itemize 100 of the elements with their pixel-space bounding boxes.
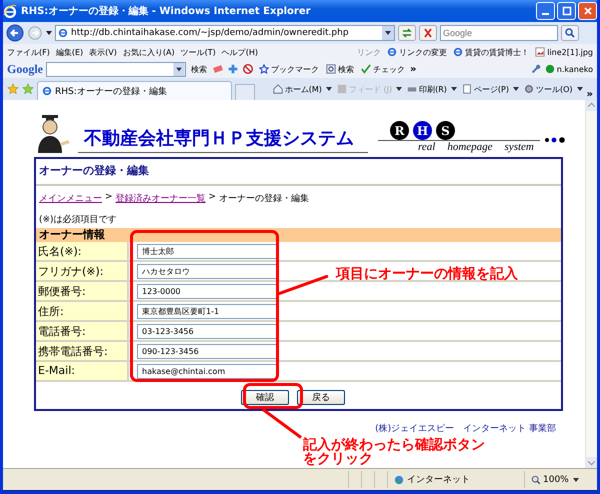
close-button[interactable] xyxy=(578,2,597,20)
breadcrumb-current: オーナーの登録・編集 xyxy=(219,192,310,205)
check-icon xyxy=(361,64,371,74)
form-button[interactable]: 確認 xyxy=(241,390,289,405)
zoom-button[interactable]: 100% xyxy=(524,471,597,488)
more-tools-button[interactable]: » xyxy=(410,64,416,74)
field-label: 携帯電話番号: xyxy=(36,342,129,360)
section-header: オーナー情報 xyxy=(36,228,561,242)
breadcrumb-link[interactable]: 登録済みオーナー一覧 xyxy=(116,192,206,205)
image-file-icon xyxy=(535,47,546,57)
page-icon xyxy=(462,84,472,94)
input-field[interactable]: ハカセタロウ xyxy=(137,264,277,278)
google-search-field[interactable] xyxy=(46,62,186,76)
star-icon[interactable] xyxy=(7,83,19,95)
menu-item[interactable]: お気に入り(A) xyxy=(122,46,175,58)
logo-badge: S xyxy=(436,121,455,140)
annotation-text: 記入が終わったら確認ボタンをクリック xyxy=(303,438,486,466)
tagline-word: homepage xyxy=(447,141,493,153)
scroll-down-icon[interactable] xyxy=(586,457,597,468)
minimize-button[interactable] xyxy=(536,2,555,20)
wrench-icon[interactable] xyxy=(530,63,542,75)
input-field[interactable]: 東京都豊島区要町1-1 xyxy=(137,304,277,318)
logo-title: 不動産会社専門ＨＰ支援システム xyxy=(82,127,355,150)
menu-item[interactable]: ヘルプ(H) xyxy=(222,46,258,58)
search-button[interactable]: 検索 xyxy=(189,64,209,74)
command-button[interactable]: ツール(O) xyxy=(522,84,584,94)
menu-item[interactable]: ファイル(F) xyxy=(7,46,50,58)
search-icon[interactable] xyxy=(561,25,579,41)
command-button[interactable]: 印刷(R) xyxy=(406,84,458,94)
bookmarks-button[interactable]: ブックマーク xyxy=(257,64,321,74)
input-field[interactable]: 03-123-3456 xyxy=(137,324,277,338)
input-field[interactable]: 090-123-3456 xyxy=(137,344,277,358)
command-button[interactable]: ホーム(M) xyxy=(272,84,333,94)
caret-icon xyxy=(512,87,519,91)
caret-icon[interactable] xyxy=(46,31,52,35)
input-field[interactable]: hakase@chintai.com xyxy=(137,364,277,378)
refresh-icon[interactable] xyxy=(398,25,416,41)
breadcrumb-separator: > xyxy=(208,192,216,204)
dots-icon xyxy=(544,137,566,143)
plus-icon[interactable] xyxy=(227,63,239,75)
spell-check-button[interactable]: チェック xyxy=(359,64,407,74)
security-zone: インターネット xyxy=(387,471,524,488)
tagline-word: real xyxy=(418,141,436,153)
dropdown-icon[interactable] xyxy=(382,26,394,40)
annotation-text: 項目にオーナーの情報を記入 xyxy=(336,267,518,282)
address-field[interactable]: http://db.chintaihakase.com/~jsp/demo/admin/owneredit.php xyxy=(55,25,395,41)
favorite-link[interactable]: リンクの変更 xyxy=(387,46,448,58)
close-icon xyxy=(582,6,592,16)
page-icon xyxy=(387,47,398,57)
minimize-icon xyxy=(542,13,549,15)
status-dot-icon xyxy=(544,64,555,74)
menu-item[interactable]: ツール(T) xyxy=(180,46,216,58)
links-label: リンク xyxy=(357,46,382,58)
page-icon xyxy=(42,86,52,96)
magnifier-icon xyxy=(326,64,336,74)
account-button[interactable]: n.kaneko xyxy=(544,64,593,74)
search-button[interactable]: 検索 xyxy=(324,64,356,74)
menu-item[interactable]: 編集(E) xyxy=(56,46,84,58)
maximize-button[interactable] xyxy=(557,2,576,20)
required-note: (※)は必須項目です xyxy=(38,214,118,227)
search-field[interactable]: Google xyxy=(440,25,558,41)
panel-title: オーナーの登録・編集 xyxy=(38,163,150,179)
back-icon[interactable] xyxy=(6,24,24,42)
scroll-up-icon[interactable] xyxy=(586,100,597,111)
magnifier-icon xyxy=(531,474,541,484)
house-icon xyxy=(272,84,283,94)
field-label: 住所: xyxy=(36,302,129,320)
field-label: 電話番号: xyxy=(36,322,129,340)
caret-icon xyxy=(450,87,457,91)
company-footer: (株)ジェイエスピー インターネット 事業部 xyxy=(375,422,556,435)
google-logo: Google xyxy=(7,62,43,76)
input-field[interactable]: 123-0000 xyxy=(137,284,277,298)
stop-icon[interactable] xyxy=(419,25,437,41)
field-label: 郵便番号: xyxy=(36,282,129,300)
blocked-icon[interactable] xyxy=(242,63,254,75)
browser-logo-icon xyxy=(3,4,17,18)
field-label: 氏名(※): xyxy=(36,242,129,260)
page-icon xyxy=(453,47,464,57)
globe-icon xyxy=(394,474,404,484)
breadcrumb-link[interactable]: メインメニュー xyxy=(39,192,102,205)
browser-tab[interactable]: RHS:オーナーの登録・編集 xyxy=(37,81,232,100)
caret-icon xyxy=(576,87,583,91)
input-field[interactable]: 博士太郎 xyxy=(137,244,277,258)
caret-icon xyxy=(396,87,402,91)
dropdown-icon xyxy=(173,62,185,76)
star-icon xyxy=(259,64,269,74)
field-label: フリガナ(※): xyxy=(36,262,129,280)
scrollbar[interactable] xyxy=(585,100,597,468)
leader-line xyxy=(262,408,302,439)
command-button[interactable]: ページ(P) xyxy=(460,84,520,94)
logo-badge: H xyxy=(413,121,432,140)
menu-item[interactable]: 表示(V) xyxy=(89,46,117,58)
maximize-icon xyxy=(562,6,572,16)
favorite-link[interactable]: line2[1].jpg xyxy=(535,47,593,57)
leader-line xyxy=(278,275,328,295)
favorite-link[interactable]: 賃貸の賃貸博士！ xyxy=(453,46,530,58)
add-favorite-icon[interactable] xyxy=(22,83,34,95)
feed-icon xyxy=(336,84,347,94)
more-commands-button[interactable]: » xyxy=(586,89,593,100)
form-button[interactable]: 戻る xyxy=(297,390,345,405)
